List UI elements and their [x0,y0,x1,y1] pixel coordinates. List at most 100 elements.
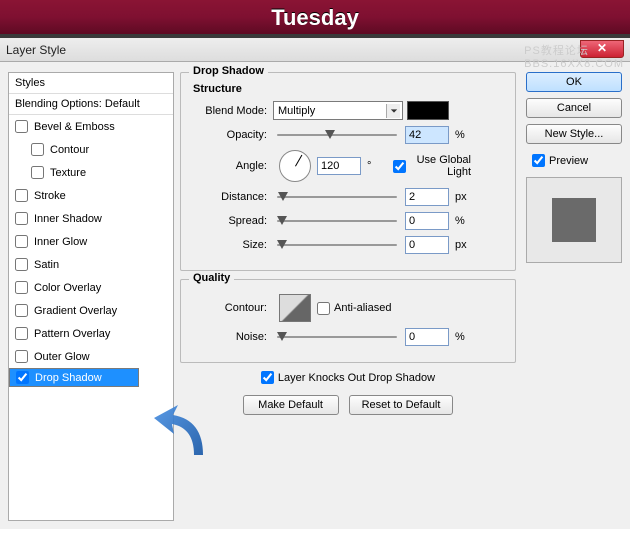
style-label: Contour [50,144,89,156]
size-input[interactable]: 0 [405,236,449,254]
cancel-button[interactable]: Cancel [526,98,622,118]
spread-input[interactable]: 0 [405,212,449,230]
ok-button[interactable]: OK [526,72,622,92]
opacity-label: Opacity: [189,129,267,141]
settings-panel: Drop Shadow Structure Blend Mode: Multip… [174,72,522,521]
style-checkbox[interactable] [15,327,28,340]
contour-picker[interactable] [279,294,311,322]
style-checkbox[interactable] [16,371,29,384]
noise-unit: % [455,331,475,343]
noise-label: Noise: [189,331,267,343]
angle-dial[interactable] [279,150,311,182]
style-row-drop-shadow[interactable]: Drop Shadow [9,368,139,387]
style-row-inner-glow[interactable]: Inner Glow [9,230,173,253]
style-checkbox[interactable] [15,281,28,294]
style-label: Drop Shadow [35,372,102,384]
size-slider[interactable] [277,236,397,254]
style-checkbox[interactable] [31,143,44,156]
style-label: Inner Glow [34,236,87,248]
angle-label: Angle: [189,160,267,172]
knocks-out-checkbox[interactable]: Layer Knocks Out Drop Shadow [261,371,435,384]
style-label: Pattern Overlay [34,328,110,340]
right-panel: OK Cancel New Style... Preview [522,72,622,521]
angle-row: Angle: 120 ° Use Global Light [189,150,507,182]
style-checkbox[interactable] [15,258,28,271]
default-buttons: Make Default Reset to Default [180,395,516,415]
antialiased-checkbox[interactable]: Anti-aliased [317,302,395,315]
style-checkbox[interactable] [15,120,28,133]
spread-slider[interactable] [277,212,397,230]
drop-shadow-group: Drop Shadow Structure Blend Mode: Multip… [180,72,516,271]
opacity-input[interactable]: 42 [405,126,449,144]
opacity-row: Opacity: 42 % [189,126,507,144]
style-row-stroke[interactable]: Stroke [9,184,173,207]
style-row-color-overlay[interactable]: Color Overlay [9,276,173,299]
contour-label: Contour: [189,302,267,314]
watermark: PS教程论坛 BBS.16XX8.COM [524,42,624,70]
noise-input[interactable]: 0 [405,328,449,346]
quality-title: Quality [189,272,234,284]
style-label: Outer Glow [34,351,90,363]
distance-unit: px [455,191,475,203]
style-checkbox[interactable] [15,304,28,317]
style-checkbox[interactable] [15,212,28,225]
style-checkbox[interactable] [15,235,28,248]
spread-row: Spread: 0 % [189,212,507,230]
global-light-input[interactable] [393,160,406,173]
preview-input[interactable] [532,154,545,167]
preview-box [526,177,622,263]
noise-slider[interactable] [277,328,397,346]
size-label: Size: [189,239,267,251]
structure-title: Structure [193,83,507,95]
chevron-down-icon [386,104,400,118]
noise-row: Noise: 0 % [189,328,507,346]
style-row-gradient-overlay[interactable]: Gradient Overlay [9,299,173,322]
style-checkbox[interactable] [15,189,28,202]
distance-slider[interactable] [277,188,397,206]
blend-mode-row: Blend Mode: Multiply [189,101,507,120]
style-label: Bevel & Emboss [34,121,115,133]
group-title: Drop Shadow [189,65,268,77]
style-label: Color Overlay [34,282,101,294]
dialog-title: Layer Style [6,43,66,57]
style-row-satin[interactable]: Satin [9,253,173,276]
new-style-button[interactable]: New Style... [526,124,622,144]
global-light-checkbox[interactable]: Use Global Light [393,154,471,178]
blend-mode-label: Blend Mode: [189,105,267,117]
style-row-inner-shadow[interactable]: Inner Shadow [9,207,173,230]
preview-swatch [552,198,596,242]
knocks-out-input[interactable] [261,371,274,384]
style-label: Stroke [34,190,66,202]
spread-label: Spread: [189,215,267,227]
style-label: Gradient Overlay [34,305,117,317]
size-unit: px [455,239,475,251]
make-default-button[interactable]: Make Default [243,395,339,415]
style-checkbox[interactable] [15,350,28,363]
style-row-bevel-emboss[interactable]: Bevel & Emboss [9,115,173,138]
size-row: Size: 0 px [189,236,507,254]
antialiased-input[interactable] [317,302,330,315]
angle-unit: ° [367,160,387,172]
opacity-slider[interactable] [277,126,397,144]
banner: Tuesday [0,0,630,38]
blend-mode-select[interactable]: Multiply [273,101,403,120]
reset-default-button[interactable]: Reset to Default [349,395,454,415]
preview-checkbox[interactable]: Preview [532,154,622,167]
style-label: Satin [34,259,59,271]
distance-row: Distance: 2 px [189,188,507,206]
style-row-pattern-overlay[interactable]: Pattern Overlay [9,322,173,345]
distance-input[interactable]: 2 [405,188,449,206]
angle-input[interactable]: 120 [317,157,361,175]
banner-day: Tuesday [0,0,630,36]
quality-group: Quality Contour: Anti-aliased Noise: 0 % [180,279,516,363]
style-row-texture[interactable]: Texture [9,161,173,184]
blending-options-header[interactable]: Blending Options: Default [9,94,173,115]
color-swatch[interactable] [407,101,449,120]
styles-sidepanel: Styles Blending Options: Default Bevel &… [8,72,174,521]
styles-header[interactable]: Styles [9,73,173,94]
distance-label: Distance: [189,191,267,203]
style-checkbox[interactable] [31,166,44,179]
style-row-outer-glow[interactable]: Outer Glow [9,345,173,368]
spread-unit: % [455,215,475,227]
style-row-contour[interactable]: Contour [9,138,173,161]
